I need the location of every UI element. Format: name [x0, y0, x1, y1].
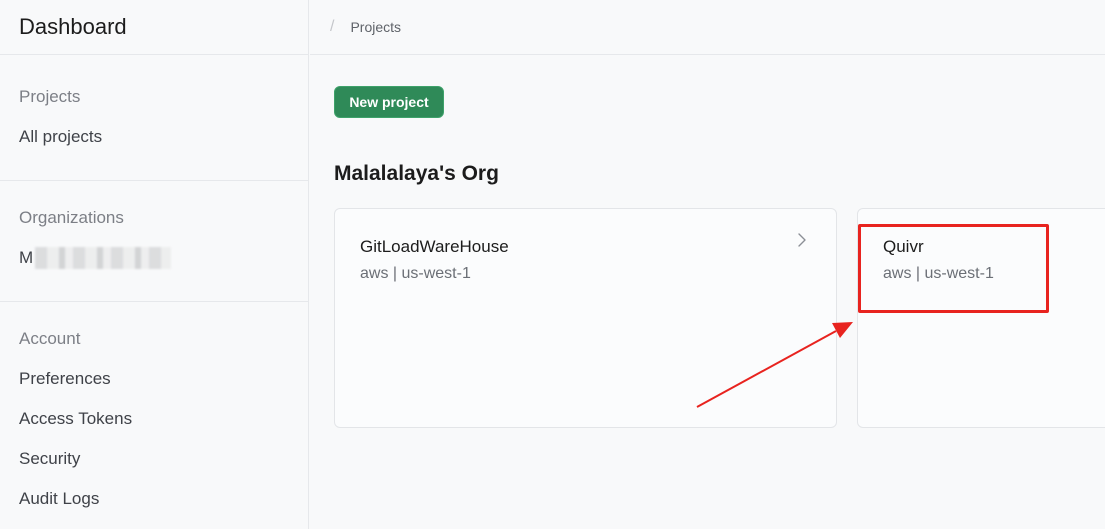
organization-initial: M [19, 248, 34, 267]
project-name: GitLoadWareHouse [360, 237, 509, 256]
org-title: Malalalaya's Org [334, 162, 499, 185]
project-region: aws | us-west-1 [360, 265, 471, 282]
app-title[interactable]: Dashboard [19, 14, 127, 40]
nav-section-projects: Projects All projects [0, 55, 308, 181]
sidebar-header: Dashboard [0, 0, 308, 55]
sidebar-item-all-projects[interactable]: All projects [19, 127, 289, 147]
project-name: Quivr [883, 237, 924, 256]
nav-section-account: Account Preferences Access Tokens Securi… [0, 302, 308, 509]
sidebar: Dashboard Projects All projects Organiza… [0, 0, 309, 529]
new-project-button[interactable]: New project [334, 86, 444, 118]
sidebar-item-audit-logs[interactable]: Audit Logs [19, 489, 289, 509]
main-content: New project Malalalaya's Org GitLoadWare… [310, 56, 1105, 529]
nav-heading-organizations: Organizations [19, 208, 124, 227]
breadcrumb-separator: / [330, 18, 335, 35]
sidebar-item-security[interactable]: Security [19, 449, 289, 469]
sidebar-item-organization[interactable]: M [19, 247, 289, 269]
chevron-right-icon [798, 233, 806, 247]
project-card-quivr[interactable]: Quivr aws | us-west-1 [857, 208, 1105, 428]
breadcrumb: / Projects [310, 0, 1105, 55]
nav-section-organizations: Organizations M [0, 181, 308, 302]
nav-heading-projects: Projects [19, 87, 81, 106]
sidebar-item-access-tokens[interactable]: Access Tokens [19, 409, 289, 429]
nav-heading-account: Account [19, 329, 81, 348]
project-region: aws | us-west-1 [883, 265, 994, 282]
project-card-gitloadwarehouse[interactable]: GitLoadWareHouse aws | us-west-1 [334, 208, 837, 428]
redacted-organization-name [35, 247, 172, 269]
breadcrumb-current[interactable]: Projects [350, 19, 401, 35]
sidebar-item-preferences[interactable]: Preferences [19, 369, 289, 389]
